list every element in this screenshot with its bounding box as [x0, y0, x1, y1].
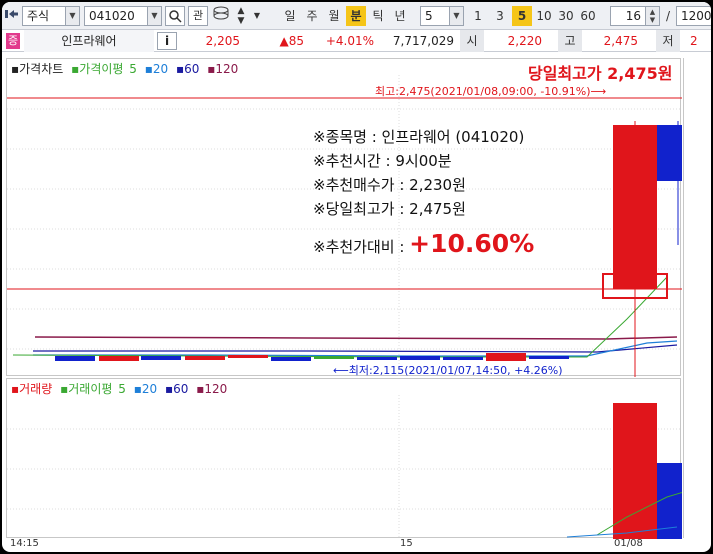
chevron-down-icon[interactable]: ▼	[251, 6, 263, 26]
period-button-1[interactable]: 주	[302, 6, 322, 26]
interval-button-2[interactable]: 5	[512, 6, 532, 26]
low-price: 2	[690, 34, 698, 48]
count-separator: /	[665, 9, 671, 23]
period-button-3[interactable]: 분	[346, 6, 366, 26]
interval-button-4[interactable]: 30	[556, 6, 576, 26]
interval-button-1[interactable]: 3	[490, 6, 510, 26]
group-icon[interactable]	[210, 6, 232, 26]
count-input[interactable]: 16 ▲ ▼	[610, 6, 660, 26]
y-scale-strip	[683, 58, 709, 538]
open-price: 2,220	[507, 34, 542, 48]
updown-stepper[interactable]: ▲ ▼	[233, 6, 249, 26]
stock-code-value: 041020	[89, 9, 135, 23]
count-stepper[interactable]: ▲ ▼	[645, 7, 659, 25]
chart-window: 주식 ▼ 041020 ▼ 관 ▲ ▼ ▼ 일주월분틱년 5 ▼ 1 3 5 10 30 6…	[2, 2, 711, 552]
change-percent: +4.01%	[325, 34, 374, 48]
note-stock-name: ※종목명 : 인프라웨어 (041020)	[313, 128, 525, 146]
link-arrow-icon[interactable]	[4, 6, 20, 26]
interval-button-5[interactable]: 60	[578, 6, 598, 26]
info-button[interactable]: i	[157, 32, 177, 50]
interval-value: 5	[425, 9, 433, 23]
price-change: ▲85	[279, 34, 305, 48]
open-label: 시	[460, 30, 484, 52]
market-select[interactable]: 주식 ▼	[22, 6, 80, 26]
current-price: 2,205	[205, 34, 240, 48]
period-button-5[interactable]: 년	[390, 6, 410, 26]
toolbar: 주식 ▼ 041020 ▼ 관 ▲ ▼ ▼ 일주월분틱년 5 ▼ 1 3 5 10 30 6…	[2, 2, 711, 30]
chevron-down-icon[interactable]: ▼	[147, 7, 161, 25]
time-axis-label: 14:15	[10, 538, 39, 549]
chevron-down-icon[interactable]: ▼	[65, 7, 79, 25]
note-recommend-price: ※추천매수가 : 2,230원	[313, 176, 466, 194]
volume-chart-pane[interactable]: ▪거래량 ▪거래이평 5 ▪20 ▪60 ▪120	[6, 378, 682, 539]
price-chart-pane[interactable]: ▪가격차트 ▪가격이평 5 ▪20 ▪60 ▪120 당일최고가 2,475원	[6, 58, 682, 377]
count-total-input[interactable]: 1200	[676, 6, 711, 26]
note-compare: ※추천가대비 : +10.60%	[313, 229, 534, 258]
interval-button-0[interactable]: 1	[468, 6, 488, 26]
note-compare-label: ※추천가대비 :	[313, 238, 405, 256]
count-total-value: 1200	[681, 9, 711, 23]
time-axis-label: 01/08	[614, 538, 643, 549]
market-select-value: 주식	[27, 9, 50, 23]
volume-chart-canvas	[7, 395, 682, 539]
note-recommend-time: ※추천시간 : 9시00분	[313, 152, 452, 170]
period-button-0[interactable]: 일	[280, 6, 300, 26]
low-label: 저	[656, 30, 680, 52]
period-button-2[interactable]: 월	[324, 6, 344, 26]
market-badge: 증	[6, 33, 20, 49]
period-button-4[interactable]: 틱	[368, 6, 388, 26]
note-day-high: ※당일최고가 : 2,475원	[313, 200, 466, 218]
high-price: 2,475	[603, 34, 638, 48]
interval-select[interactable]: 5 ▼	[420, 6, 464, 26]
low-marker-label: ⟵최저:2,115(2021/01/07,14:50, +4.26%)	[333, 364, 563, 377]
stock-name: 인프라웨어	[24, 30, 154, 52]
time-axis: 14:15 15 01/08	[6, 538, 711, 552]
quote-bar: 증 인프라웨어 i 2,205 ▲85 +4.01% 7,717,029 시 2…	[2, 30, 711, 52]
chevron-down-icon[interactable]: ▼	[449, 7, 463, 25]
search-icon[interactable]	[165, 6, 185, 26]
interval-button-3[interactable]: 10	[534, 6, 554, 26]
note-compare-value: +10.60%	[409, 229, 535, 258]
time-axis-label: 15	[400, 538, 413, 549]
related-button[interactable]: 관	[188, 6, 208, 26]
volume-value: 7,717,029	[392, 34, 454, 48]
high-marker-label: 최고:2,475(2021/01/08,09:00, -10.91%)⟶	[375, 85, 607, 98]
stock-code-input[interactable]: 041020 ▼	[84, 6, 162, 26]
high-label: 고	[558, 30, 582, 52]
count-value: 16	[625, 9, 641, 23]
